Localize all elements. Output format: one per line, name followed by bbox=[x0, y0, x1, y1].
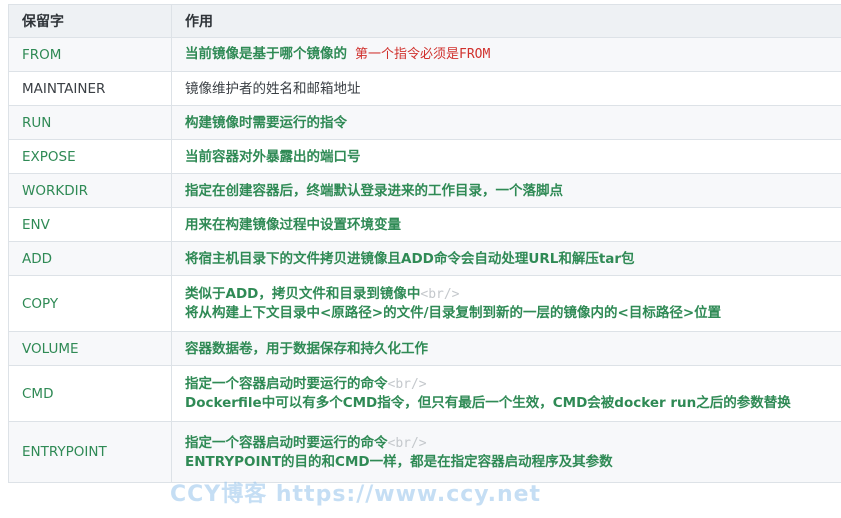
dockerfile-keywords-table: 保留字 作用 FROM 当前镜像是基于哪个镜像的 第一个指令必须是FROM MAI… bbox=[8, 4, 841, 483]
keyword-cell: ADD bbox=[8, 241, 172, 276]
description-line-2: 将从构建上下文目录中<原路径>的文件/目录复制到新的一层的镜像内的<目标路径>位… bbox=[185, 305, 722, 321]
header-keyword: 保留字 bbox=[8, 4, 172, 38]
description-line-2: Dockerfile中可以有多个CMD指令，但只有最后一个生效，CMD会被doc… bbox=[185, 395, 791, 411]
description-cell: 将宿主机目录下的文件拷贝进镜像且ADD命令会自动处理URL和解压tar包 bbox=[171, 241, 841, 276]
description-cell: 指定一个容器启动时要运行的命令<br/> Dockerfile中可以有多个CMD… bbox=[171, 365, 841, 422]
br-tag: <br/> bbox=[387, 377, 427, 392]
keyword-cell: VOLUME bbox=[8, 331, 172, 366]
keyword-cell: ENV bbox=[8, 207, 172, 242]
description-cell: 指定一个容器启动时要运行的命令<br/> ENTRYPOINT的目的和CMD一样… bbox=[171, 421, 841, 483]
keyword-cell: COPY bbox=[8, 275, 172, 332]
description-cell: 容器数据卷，用于数据保存和持久化工作 bbox=[171, 331, 841, 366]
table-row-cmd: CMD 指定一个容器启动时要运行的命令<br/> Dockerfile中可以有多… bbox=[8, 365, 841, 422]
watermark: CCY博客 https://www.ccy.net bbox=[170, 482, 542, 507]
description-text: 类似于ADD，拷贝文件和目录到镜像中 bbox=[185, 286, 421, 302]
table-row-copy: COPY 类似于ADD，拷贝文件和目录到镜像中<br/> 将从构建上下文目录中<… bbox=[8, 275, 841, 332]
br-tag: <br/> bbox=[387, 435, 427, 451]
keyword-cell: CMD bbox=[8, 365, 172, 422]
table-row-add: ADD 将宿主机目录下的文件拷贝进镜像且ADD命令会自动处理URL和解压tar包 bbox=[8, 241, 841, 276]
table-header-row: 保留字 作用 bbox=[8, 4, 841, 38]
table-row-maintainer: MAINTAINER 镜像维护者的姓名和邮箱地址 bbox=[8, 71, 841, 106]
keyword-cell: RUN bbox=[8, 105, 172, 140]
description-text: 当前镜像是基于哪个镜像的 bbox=[185, 46, 347, 62]
table-row-entrypoint: ENTRYPOINT 指定一个容器启动时要运行的命令<br/> ENTRYPOI… bbox=[8, 421, 841, 483]
table-row-run: RUN 构建镜像时需要运行的指令 bbox=[8, 105, 841, 140]
br-tag: <br/> bbox=[420, 287, 460, 302]
header-purpose: 作用 bbox=[171, 4, 841, 38]
description-text: 指定一个容器启动时要运行的命令 bbox=[185, 376, 388, 392]
table-row-env: ENV 用来在构建镜像过程中设置环境变量 bbox=[8, 207, 841, 242]
description-cell: 当前容器对外暴露出的端口号 bbox=[171, 139, 841, 174]
description-cell: 构建镜像时需要运行的指令 bbox=[171, 105, 841, 140]
keyword-cell: WORKDIR bbox=[8, 173, 172, 208]
keyword-cell: ENTRYPOINT bbox=[8, 421, 172, 483]
table-row-volume: VOLUME 容器数据卷，用于数据保存和持久化工作 bbox=[8, 331, 841, 366]
table-row-workdir: WORKDIR 指定在创建容器后，终端默认登录进来的工作目录，一个落脚点 bbox=[8, 173, 841, 208]
keyword-cell: MAINTAINER bbox=[8, 71, 172, 106]
description-cell: 用来在构建镜像过程中设置环境变量 bbox=[171, 207, 841, 242]
description-line-1: 类似于ADD，拷贝文件和目录到镜像中<br/> bbox=[185, 285, 841, 304]
description-text: 指定一个容器启动时要运行的命令 bbox=[185, 434, 388, 451]
keyword-cell: EXPOSE bbox=[8, 139, 172, 174]
description-cell: 指定在创建容器后，终端默认登录进来的工作目录，一个落脚点 bbox=[171, 173, 841, 208]
description-cell: 类似于ADD，拷贝文件和目录到镜像中<br/> 将从构建上下文目录中<原路径>的… bbox=[171, 275, 841, 332]
table-row-expose: EXPOSE 当前容器对外暴露出的端口号 bbox=[8, 139, 841, 174]
description-line-2: ENTRYPOINT的目的和CMD一样，都是在指定容器启动程序及其参数 bbox=[185, 453, 613, 470]
red-note: 第一个指令必须是FROM bbox=[355, 47, 491, 62]
keyword-cell: FROM bbox=[8, 37, 172, 72]
description-line-1: 指定一个容器启动时要运行的命令<br/> bbox=[185, 375, 841, 394]
table-row-from: FROM 当前镜像是基于哪个镜像的 第一个指令必须是FROM bbox=[8, 37, 841, 72]
description-cell: 当前镜像是基于哪个镜像的 第一个指令必须是FROM bbox=[171, 37, 841, 72]
description-line-1: 指定一个容器启动时要运行的命令<br/> bbox=[185, 434, 841, 453]
description-cell: 镜像维护者的姓名和邮箱地址 bbox=[171, 71, 841, 106]
